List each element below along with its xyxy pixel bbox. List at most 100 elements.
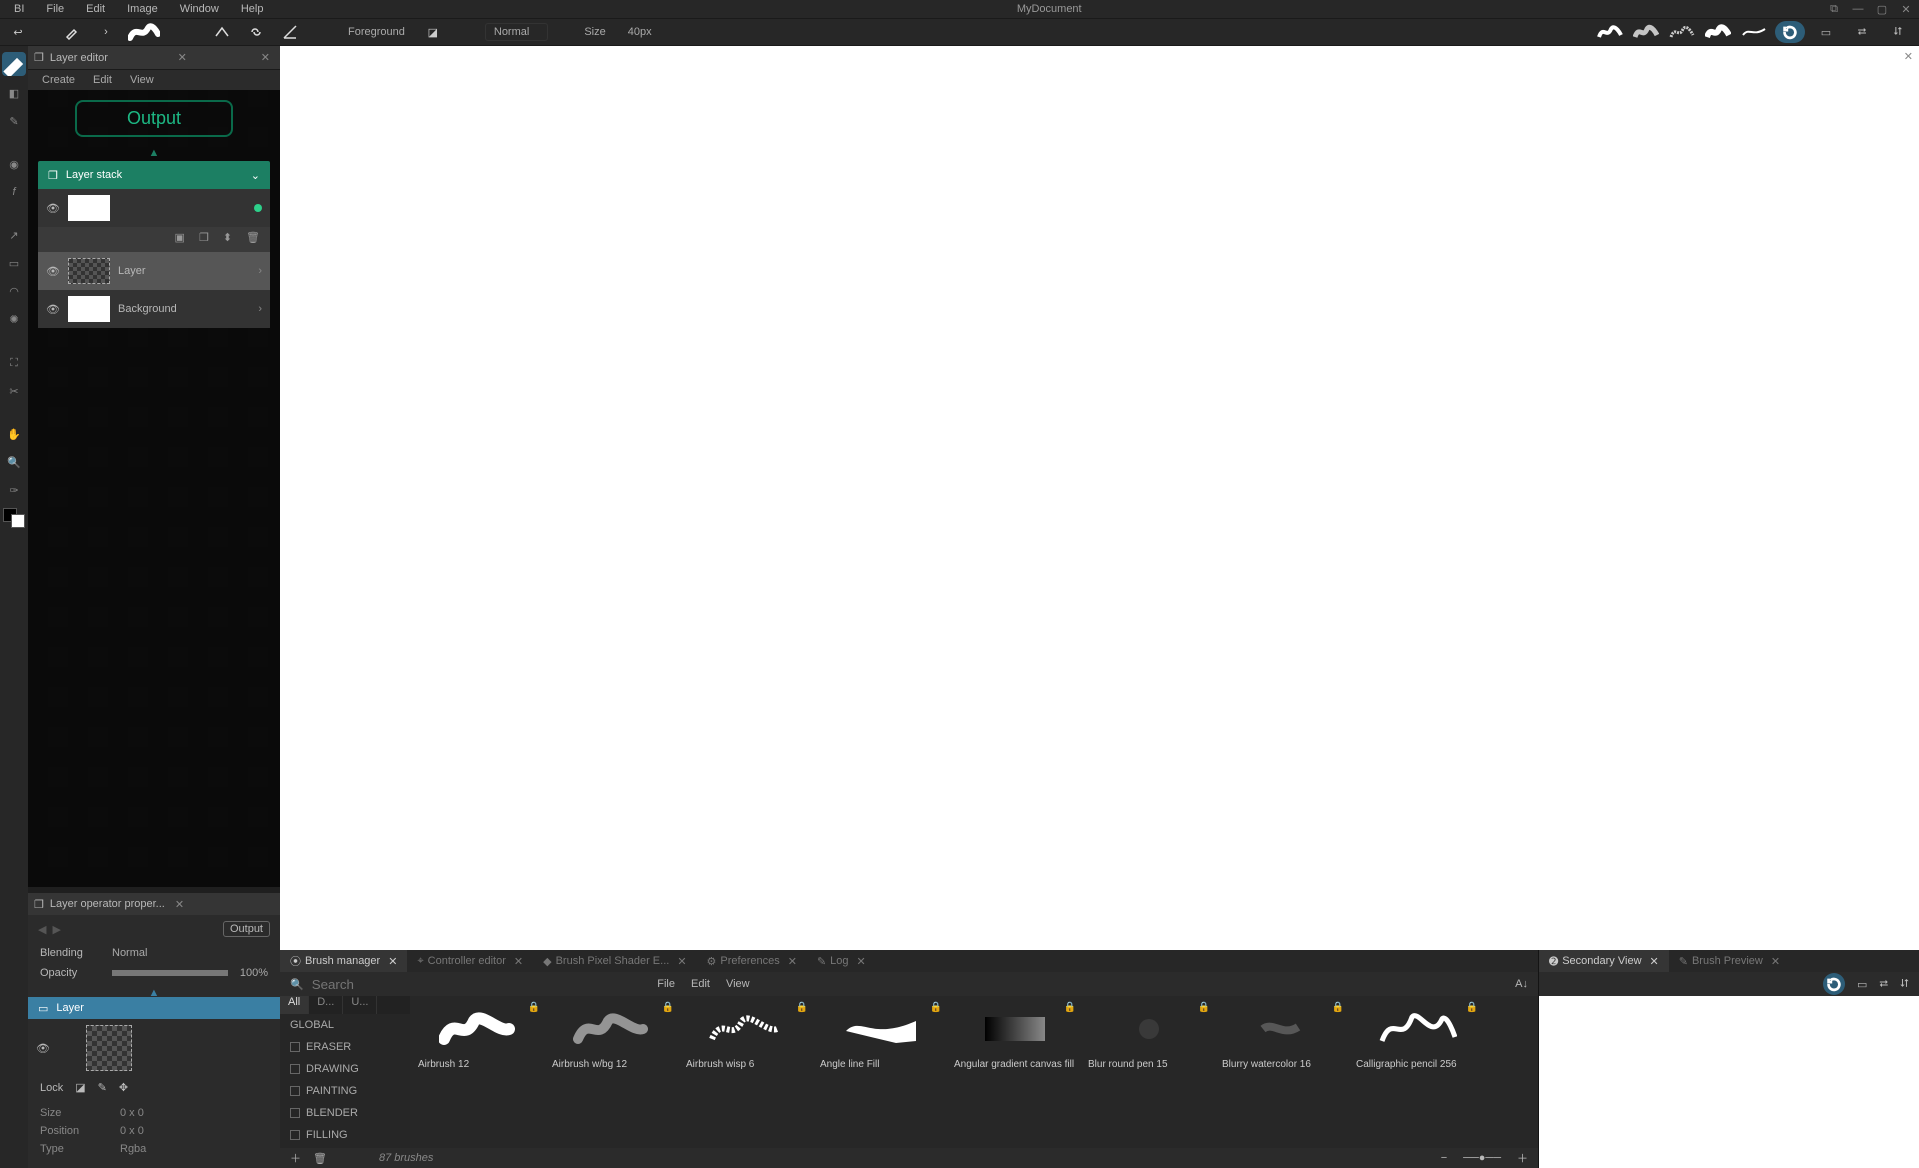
tool-hand[interactable]: ✋	[2, 424, 26, 446]
window-maximize-icon[interactable]: ▢	[1873, 3, 1891, 16]
close-icon[interactable]: ✕	[788, 955, 797, 968]
output-button[interactable]: Output	[223, 921, 270, 937]
mask-icon[interactable]: ▣	[175, 231, 185, 244]
cat-eraser[interactable]: ERASER	[280, 1036, 410, 1058]
visibility-icon[interactable]: 👁	[46, 265, 60, 278]
chevron-right-icon[interactable]: ›	[258, 265, 262, 277]
menu-file[interactable]: File	[36, 1, 74, 17]
layer-menu-create[interactable]: Create	[42, 74, 75, 86]
close-icon[interactable]: ✕	[388, 955, 397, 968]
tool-wand[interactable]: ✺	[2, 309, 26, 331]
blend-mode-select[interactable]: Normal	[485, 23, 548, 41]
nav-prev-icon[interactable]: ◀	[38, 923, 46, 936]
blending-select[interactable]: Normal	[112, 947, 147, 959]
path-join-icon[interactable]	[210, 20, 234, 44]
view-reset-icon[interactable]	[1775, 21, 1805, 43]
brush-preset-3[interactable]	[1667, 21, 1697, 43]
opacity-slider[interactable]	[112, 970, 228, 976]
tool-crop[interactable]: ✂	[2, 380, 26, 402]
layer-menu-edit[interactable]: Edit	[93, 74, 112, 86]
delete-icon[interactable]: 🗑	[246, 231, 260, 244]
close-icon[interactable]: ✕	[1771, 955, 1780, 968]
brush-card[interactable]: 🔒Airbrush w/bg 12	[548, 1000, 678, 1072]
layer-row-layer[interactable]: 👁 Layer ›	[38, 252, 270, 290]
canvas[interactable]	[280, 46, 1919, 950]
secview-reset-icon[interactable]	[1823, 973, 1845, 995]
panel-close-icon[interactable]: ✕	[257, 51, 274, 64]
tool-zoom[interactable]: 🔍	[2, 452, 26, 474]
tool-gradient[interactable]: ↗	[2, 225, 26, 247]
duplicate-icon[interactable]: ❐	[199, 231, 209, 244]
close-icon[interactable]: ✕	[677, 955, 686, 968]
document-close-icon[interactable]: ✕	[1904, 50, 1913, 63]
secview-fit-icon[interactable]: ▭	[1857, 978, 1867, 991]
tool-pen[interactable]: ✎	[2, 110, 26, 132]
layer-row-background[interactable]: 👁 Background ›	[38, 290, 270, 328]
tab-secondary-view[interactable]: ➋Secondary View✕	[1539, 950, 1669, 972]
bm-menu-edit[interactable]: Edit	[691, 978, 710, 990]
secondary-canvas[interactable]	[1539, 996, 1919, 1168]
lock-pixels-icon[interactable]: ◪	[75, 1081, 85, 1094]
cat-filling[interactable]: FILLING	[280, 1124, 410, 1146]
tool-eraser[interactable]: ◧	[2, 82, 26, 104]
tool-fill[interactable]: ◉	[2, 153, 26, 175]
brush-preset-5[interactable]	[1739, 21, 1769, 43]
zoom-out-icon[interactable]: −	[1441, 1152, 1447, 1164]
tab-pixel-shader[interactable]: ◆Brush Pixel Shader E...✕	[533, 950, 696, 972]
window-minimize-icon[interactable]: —	[1849, 3, 1867, 16]
tool-eyedropper[interactable]: ✑	[2, 480, 26, 502]
tool-lasso[interactable]: ◠	[2, 281, 26, 303]
cat-textured[interactable]: TEXTURED	[280, 1146, 410, 1148]
app-logo[interactable]: BI	[4, 1, 34, 17]
secview-flip-v-icon[interactable]: ⮃	[1900, 978, 1909, 991]
layer-stack-header[interactable]: ❐ Layer stack ⌄	[38, 161, 270, 189]
zoom-slider[interactable]: ──●──	[1463, 1152, 1501, 1164]
visibility-icon[interactable]: 👁	[46, 202, 60, 215]
cat-painting[interactable]: PAINTING	[280, 1080, 410, 1102]
layer-stack-preview-row[interactable]: 👁	[38, 189, 270, 227]
close-icon[interactable]: ✕	[514, 955, 523, 968]
nav-next-icon[interactable]: ▶	[52, 923, 60, 936]
toolbar-back-icon[interactable]: ↩	[6, 20, 30, 44]
tool-fx[interactable]: f	[2, 181, 26, 203]
tab-brush-preview[interactable]: ✎Brush Preview✕	[1669, 950, 1790, 972]
brush-card[interactable]: 🔒Airbrush wisp 6	[682, 1000, 812, 1072]
brush-card[interactable]: 🔒Calligraphic pencil 256	[1352, 1000, 1482, 1072]
search-input[interactable]	[312, 977, 432, 992]
layer-props-tab[interactable]: Layer operator proper...	[50, 898, 165, 910]
chain-icon[interactable]	[244, 20, 268, 44]
brush-stroke-swatch[interactable]	[128, 22, 160, 42]
brush-preset-2[interactable]	[1631, 21, 1661, 43]
visibility-icon[interactable]: 👁	[28, 1042, 58, 1055]
color-swatches[interactable]	[3, 508, 25, 528]
tool-brush[interactable]	[2, 52, 26, 76]
toolbar-brush-icon[interactable]	[60, 20, 84, 44]
brush-card[interactable]: 🔒Airbrush 12	[414, 1000, 544, 1072]
lock-move-icon[interactable]: ✥	[119, 1081, 128, 1094]
tab-log[interactable]: ✎Log✕	[807, 950, 876, 972]
layer-section-header[interactable]: ▭ Layer	[28, 997, 280, 1019]
toolbar-next-icon[interactable]: ›	[94, 20, 118, 44]
close-icon[interactable]: ✕	[1650, 955, 1659, 968]
tab-brush-manager[interactable]: ⦿Brush manager✕	[280, 950, 407, 972]
color-swap-icon[interactable]: ◪	[421, 20, 445, 44]
size-value[interactable]: 40px	[622, 26, 658, 38]
tab-controller-editor[interactable]: ⌖Controller editor✕	[407, 950, 533, 972]
bm-menu-view[interactable]: View	[726, 978, 750, 990]
view-flip-h-icon[interactable]: ⮂	[1847, 21, 1877, 43]
delete-brush-icon[interactable]: 🗑	[313, 1152, 327, 1165]
brush-preset-4[interactable]	[1703, 21, 1733, 43]
layer-editor-tab[interactable]: Layer editor	[50, 52, 108, 64]
menu-help[interactable]: Help	[231, 1, 274, 17]
close-icon[interactable]: ✕	[857, 955, 866, 968]
visibility-icon[interactable]: 👁	[46, 303, 60, 316]
angle-icon[interactable]	[278, 20, 302, 44]
brush-card[interactable]: 🔒Angular gradient canvas fill	[950, 1000, 1080, 1072]
menu-image[interactable]: Image	[117, 1, 168, 17]
merge-icon[interactable]: ⬍	[223, 231, 232, 244]
menu-edit[interactable]: Edit	[76, 1, 115, 17]
cat-blender[interactable]: BLENDER	[280, 1102, 410, 1124]
window-pin-icon[interactable]: ⧉	[1825, 3, 1843, 16]
view-flip-v-icon[interactable]: ⮃	[1883, 21, 1913, 43]
zoom-in-icon[interactable]: ＋	[1517, 1150, 1528, 1166]
